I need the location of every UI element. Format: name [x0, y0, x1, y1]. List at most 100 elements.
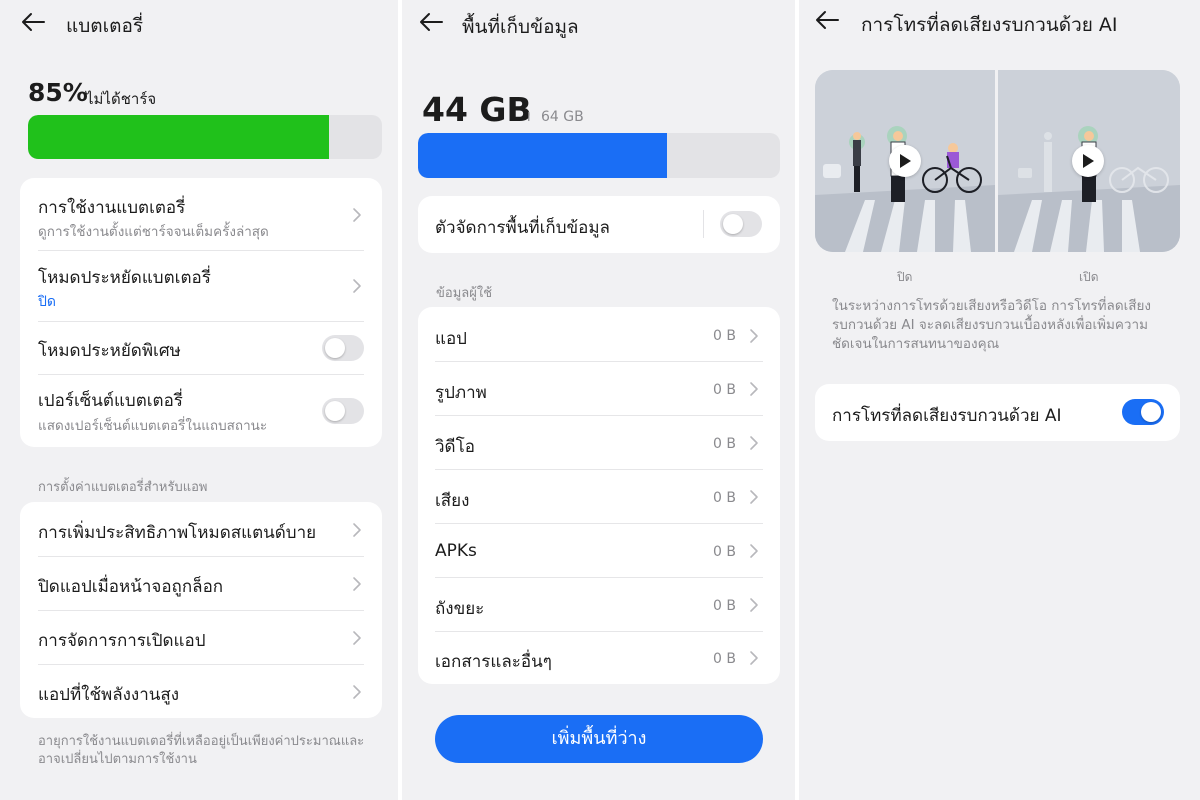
storage-item-label: วิดีโอ	[435, 437, 475, 457]
label-on: เปิด	[1079, 270, 1099, 284]
app-battery-section-label: การตั้งค่าแบตเตอรี่สำหรับแอพ	[38, 480, 208, 495]
back-arrow-icon[interactable]	[814, 8, 844, 36]
storage-total: 64 GB	[541, 109, 584, 125]
storage-panel: พื้นที่เก็บข้อมูล 44 GB I 64 GB ตัวจัดกา…	[402, 0, 795, 800]
toggle-knob	[325, 401, 345, 421]
chevron-right-icon	[750, 598, 758, 612]
storage-item-label: APKs	[435, 541, 477, 561]
ai-noise-reduction-toggle[interactable]	[1122, 399, 1164, 425]
chevron-right-icon	[353, 208, 361, 222]
storage-item-audio[interactable]: เสียง 0 B	[418, 470, 780, 523]
storage-item-videos[interactable]: วิดีโอ 0 B	[418, 416, 780, 469]
chevron-right-icon	[750, 436, 758, 450]
battery-percentage-row: เปอร์เซ็นต์แบตเตอรี่ แสดงเปอร์เซ็นต์แบตเ…	[20, 375, 382, 447]
storage-manager-label: ตัวจัดการพื้นที่เก็บข้อมูล	[435, 218, 610, 238]
battery-header: แบตเตอรี่	[0, 0, 398, 48]
battery-percent: 85%	[28, 78, 88, 107]
app-battery-card: การเพิ่มประสิทธิภาพโหมดสแตนด์บาย ปิดแอปเ…	[20, 502, 382, 718]
chevron-right-icon	[750, 544, 758, 558]
standby-optimization-row[interactable]: การเพิ่มประสิทธิภาพโหมดสแตนด์บาย	[20, 502, 382, 556]
standby-optimization-title: การเพิ่มประสิทธิภาพโหมดสแตนด์บาย	[38, 523, 317, 543]
storage-usage-bar	[418, 133, 780, 178]
power-saving-title: โหมดประหยัดแบตเตอรี่	[38, 268, 211, 288]
play-button[interactable]	[1072, 145, 1104, 177]
demo-video-off[interactable]	[815, 70, 995, 252]
app-launch-management-title: การจัดการการเปิดแอป	[38, 631, 206, 651]
storage-item-label: แอป	[435, 329, 467, 349]
storage-item-label: ถังขยะ	[435, 599, 485, 619]
super-saving-title: โหมดประหยัดพิเศษ	[38, 341, 181, 361]
ai-toggle-card: การโทรที่ลดเสียงรบกวนด้วย AI	[815, 384, 1180, 441]
power-saving-status: ปิด	[38, 294, 56, 310]
user-data-section-label: ข้อมูลผู้ใช้	[436, 286, 493, 301]
chevron-right-icon	[353, 523, 361, 537]
chevron-right-icon	[750, 490, 758, 504]
chevron-right-icon	[750, 329, 758, 343]
back-arrow-icon[interactable]	[418, 10, 448, 38]
storage-item-label: รูปภาพ	[435, 383, 487, 403]
battery-percentage-toggle[interactable]	[322, 398, 364, 424]
storage-item-apks[interactable]: APKs 0 B	[418, 524, 780, 577]
storage-item-apps[interactable]: แอป 0 B	[418, 307, 780, 361]
storage-item-documents[interactable]: เอกสารและอื่นๆ 0 B	[418, 632, 780, 684]
storage-manager-toggle[interactable]	[720, 211, 762, 237]
divider	[703, 210, 704, 238]
battery-percentage-subtitle: แสดงเปอร์เซ็นต์แบตเตอรี่ในแถบสถานะ	[38, 418, 268, 434]
close-apps-locked-row[interactable]: ปิดแอปเมื่อหน้าจอถูกล็อก	[20, 557, 382, 610]
battery-usage-title: การใช้งานแบตเตอรี่	[38, 198, 186, 218]
super-saving-row: โหมดประหยัดพิเศษ	[20, 322, 382, 374]
toggle-knob	[325, 338, 345, 358]
label-off: ปิด	[897, 270, 913, 284]
chevron-right-icon	[353, 279, 361, 293]
app-launch-management-row[interactable]: การจัดการการเปิดแอป	[20, 611, 382, 664]
chevron-right-icon	[750, 651, 758, 665]
toggle-knob	[1141, 402, 1161, 422]
battery-level-bar	[28, 115, 382, 159]
chevron-right-icon	[750, 382, 758, 396]
storage-used: 44 GB	[422, 90, 532, 129]
chevron-right-icon	[353, 685, 361, 699]
battery-usage-subtitle: ดูการใช้งานตั้งแต่ชาร์จจนเต็มครั้งล่าสุด	[38, 224, 269, 240]
toggle-knob	[723, 214, 743, 234]
close-apps-locked-title: ปิดแอปเมื่อหน้าจอถูกล็อก	[38, 577, 224, 597]
battery-level-fill	[28, 115, 329, 159]
storage-item-images[interactable]: รูปภาพ 0 B	[418, 362, 780, 415]
storage-manager-card: ตัวจัดการพื้นที่เก็บข้อมูล	[418, 196, 780, 253]
storage-header: พื้นที่เก็บข้อมูล	[402, 0, 795, 48]
user-data-card: แอป 0 B รูปภาพ 0 B วิดีโอ 0 B เสียง 0 B …	[418, 307, 780, 684]
ai-description-line3: ชัดเจนในการสนทนาของคุณ	[832, 336, 1000, 352]
battery-usage-row[interactable]: การใช้งานแบตเตอรี่ ดูการใช้งานตั้งแต่ชาร…	[20, 178, 382, 250]
play-button[interactable]	[889, 145, 921, 177]
chevron-right-icon	[353, 631, 361, 645]
page-title: พื้นที่เก็บข้อมูล	[462, 16, 579, 38]
high-power-apps-row[interactable]: แอปที่ใช้พลังงานสูง	[20, 665, 382, 718]
page-title: แบตเตอรี่	[66, 15, 144, 37]
ai-call-header: การโทรที่ลดเสียงรบกวนด้วย AI	[799, 0, 1200, 48]
storage-item-value: 0 B	[713, 544, 736, 560]
free-up-space-button[interactable]: เพิ่มพื้นที่ว่าง	[435, 715, 763, 763]
battery-status: ไม่ได้ชาร์จ	[86, 90, 157, 108]
battery-panel: แบตเตอรี่ 85% ไม่ได้ชาร์จ การใช้งานแบตเต…	[0, 0, 398, 800]
storage-separator: I	[527, 110, 531, 124]
storage-item-value: 0 B	[713, 490, 736, 506]
demo-video-on[interactable]	[998, 70, 1180, 252]
battery-percentage-title: เปอร์เซ็นต์แบตเตอรี่	[38, 391, 183, 411]
page-title: การโทรที่ลดเสียงรบกวนด้วย AI	[861, 14, 1118, 36]
high-power-apps-title: แอปที่ใช้พลังงานสูง	[38, 685, 180, 705]
ai-call-panel: การโทรที่ลดเสียงรบกวนด้วย AI ปิด เปิด ใน…	[799, 0, 1200, 800]
storage-usage-fill	[418, 133, 667, 178]
storage-item-label: เสียง	[435, 491, 470, 511]
storage-item-label: เอกสารและอื่นๆ	[435, 652, 552, 672]
storage-item-value: 0 B	[713, 436, 736, 452]
power-saving-mode-row[interactable]: โหมดประหยัดแบตเตอรี่ ปิด	[20, 251, 382, 321]
ai-toggle-label: การโทรที่ลดเสียงรบกวนด้วย AI	[832, 406, 1062, 426]
storage-item-value: 0 B	[713, 651, 736, 667]
battery-settings-card: การใช้งานแบตเตอรี่ ดูการใช้งานตั้งแต่ชาร…	[20, 178, 382, 447]
storage-item-value: 0 B	[713, 382, 736, 398]
battery-footnote-line2: อาจเปลี่ยนไปตามการใช้งาน	[38, 752, 197, 767]
back-arrow-icon[interactable]	[20, 10, 50, 38]
super-saving-toggle[interactable]	[322, 335, 364, 361]
storage-item-trash[interactable]: ถังขยะ 0 B	[418, 578, 780, 631]
chevron-right-icon	[353, 577, 361, 591]
play-icon	[900, 154, 911, 168]
